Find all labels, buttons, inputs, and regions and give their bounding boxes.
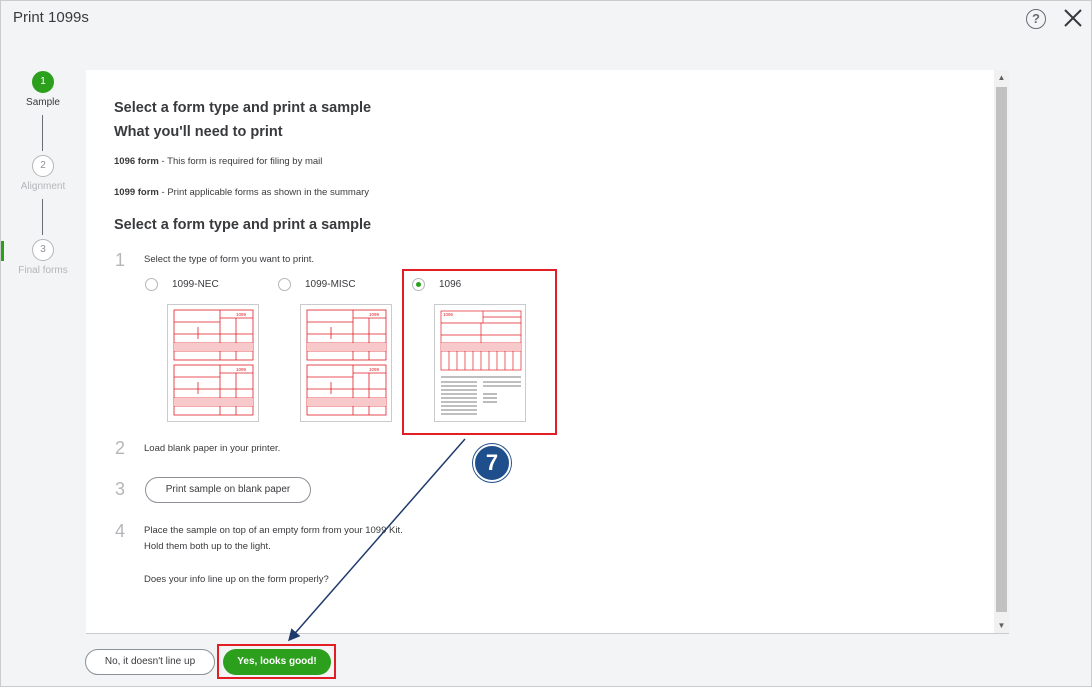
- form-preview-1099-misc[interactable]: 1099 1099: [300, 304, 392, 422]
- radio-label-1099-nec: 1099-NEC: [172, 279, 219, 290]
- step-2-text: Load blank paper in your printer.: [144, 443, 281, 454]
- step-3-number: 3: [115, 479, 126, 499]
- step-connector: [42, 115, 43, 151]
- radio-1099-misc[interactable]: [278, 278, 291, 291]
- step-label: Sample: [26, 97, 60, 108]
- step-alignment[interactable]: 2 Alignment: [11, 155, 75, 192]
- stepper: 1 Sample 2 Alignment 3 Final forms: [11, 71, 75, 291]
- print-sample-button[interactable]: Print sample on blank paper: [145, 477, 311, 503]
- dialog-title: Print 1099s: [13, 9, 89, 26]
- form-label-1099: 1099: [236, 367, 247, 372]
- scroll-thumb[interactable]: [996, 87, 1007, 612]
- step-number: 2: [32, 155, 54, 177]
- radio-label-1099-misc: 1099-MISC: [305, 279, 356, 290]
- page-title: Select a form type and print a sample: [114, 100, 372, 116]
- alignment-question: Does your info line up on the form prope…: [144, 574, 329, 585]
- form-label-1099: 1099: [236, 312, 247, 317]
- step-final-forms[interactable]: 3 Final forms: [11, 239, 75, 276]
- close-icon[interactable]: [1062, 7, 1084, 29]
- need-1099-text: - Print applicable forms as shown in the…: [158, 187, 370, 198]
- annotation-step-badge: 7: [473, 444, 511, 482]
- step-sample[interactable]: 1 Sample: [11, 71, 75, 108]
- step-number: 1: [32, 71, 54, 93]
- step-number: 3: [32, 239, 54, 261]
- help-icon[interactable]: ?: [1026, 9, 1046, 29]
- step-4-number: 4: [115, 521, 126, 541]
- left-accent-bar: [1, 241, 4, 261]
- step-4-line-2: Hold them both up to the light.: [144, 541, 271, 552]
- need-1096-line: 1096 form - This form is required for fi…: [114, 156, 322, 167]
- annotation-highlight-1096: [402, 269, 557, 435]
- content-scrollbar[interactable]: ▲ ▼: [994, 70, 1009, 633]
- step-label: Alignment: [20, 181, 66, 192]
- step-1-text: Select the type of form you want to prin…: [144, 254, 315, 265]
- section-heading-need: What you'll need to print: [114, 124, 283, 140]
- need-1099-line: 1099 form - Print applicable forms as sh…: [114, 187, 369, 198]
- print-1099s-dialog: Print 1099s ? 1 Sample 2 Alignment 3 Fin…: [0, 0, 1092, 687]
- form-preview-1099-nec[interactable]: 1099 1099: [167, 304, 259, 422]
- scroll-down-arrow-icon[interactable]: ▼: [994, 618, 1009, 633]
- scroll-up-arrow-icon[interactable]: ▲: [994, 70, 1009, 85]
- step-1-number: 1: [115, 250, 126, 270]
- need-1096-bold: 1096 form: [114, 156, 159, 167]
- need-1099-bold: 1099 form: [114, 187, 159, 198]
- annotation-highlight-yes-button: [217, 644, 336, 679]
- step-4-line-1: Place the sample on top of an empty form…: [144, 525, 403, 536]
- no-doesnt-line-up-button[interactable]: No, it doesn't line up: [85, 649, 215, 675]
- footer-divider: [86, 633, 1009, 634]
- section-heading-select: Select a form type and print a sample: [114, 217, 372, 233]
- radio-1099-nec[interactable]: [145, 278, 158, 291]
- step-connector: [42, 199, 43, 235]
- form-label-1099: 1099: [369, 367, 380, 372]
- need-1096-text: - This form is required for filing by ma…: [158, 156, 323, 167]
- step-label: Final forms: [18, 265, 68, 276]
- form-label-1099: 1099: [369, 312, 380, 317]
- step-2-number: 2: [115, 438, 126, 458]
